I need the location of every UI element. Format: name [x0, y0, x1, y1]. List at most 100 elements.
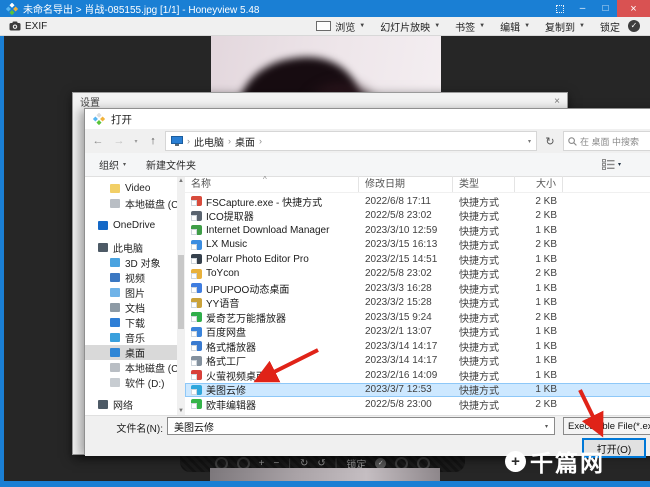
- table-row[interactable]: Polarr Photo Editor Pro 2023/2/15 14:51 …: [185, 252, 650, 267]
- sidebar-item[interactable]: Video: [85, 181, 185, 196]
- this-pc-icon: [98, 243, 108, 252]
- sidebar-item[interactable]: 图片: [85, 285, 185, 300]
- sidebar-item[interactable]: 3D 对象: [85, 255, 185, 270]
- chevron-down-icon: ▼: [434, 23, 441, 29]
- sidebar-item[interactable]: 文档: [85, 300, 185, 315]
- maximize-button[interactable]: □: [594, 0, 617, 17]
- file-date: 2022/6/8 17:11: [365, 195, 431, 207]
- table-row[interactable]: YY语音 2023/3/2 15:28 快捷方式 1 KB: [185, 296, 650, 310]
- sidebar-item[interactable]: 音乐: [85, 330, 185, 345]
- sidebar-item[interactable]: 软件 (D:): [85, 375, 185, 390]
- table-row[interactable]: 欧菲编辑器 2022/5/8 23:00 快捷方式 2 KB: [185, 397, 650, 412]
- search-box[interactable]: 在 桌面 中搜索: [563, 131, 650, 151]
- file-date: 2023/2/1 13:07: [365, 326, 432, 338]
- scroll-up-icon[interactable]: ▲: [177, 178, 185, 184]
- toolbar-separator: |: [334, 457, 338, 469]
- table-row[interactable]: Internet Download Manager 2023/3/10 12:5…: [185, 223, 650, 238]
- sidebar-item[interactable]: 此电脑: [85, 240, 185, 255]
- menu-item[interactable]: 锁定 ✓: [600, 19, 640, 34]
- sidebar-item[interactable]: 桌面: [85, 345, 185, 360]
- list-view-icon: [601, 159, 615, 170]
- lock-check-icon: ✓: [375, 457, 387, 469]
- table-row[interactable]: 格式工厂 2023/3/14 14:17 快捷方式 1 KB: [185, 354, 650, 368]
- lock-check-icon: ✓: [628, 20, 640, 32]
- settings-title: 设置: [80, 97, 100, 109]
- table-row[interactable]: 百度网盘 2023/2/1 13:07 快捷方式 1 KB: [185, 325, 650, 339]
- column-header-date[interactable]: 修改日期: [359, 176, 453, 192]
- menu-item[interactable]: 复制到 ▼: [545, 19, 585, 34]
- back-button[interactable]: ←: [89, 135, 107, 147]
- table-row[interactable]: 火萤视频桌面 2023/2/16 14:09 快捷方式 1 KB: [185, 368, 650, 383]
- minimize-button[interactable]: –: [571, 0, 594, 17]
- sidebar-item[interactable]: 下载: [85, 315, 185, 330]
- close-button[interactable]: ×: [617, 0, 650, 17]
- settings-close-icon[interactable]: ×: [554, 96, 560, 107]
- table-row[interactable]: UPUPOO动态桌面 2023/3/3 16:28 快捷方式 1 KB: [185, 281, 650, 296]
- sidebar-item[interactable]: 网络: [85, 397, 185, 412]
- scroll-down-icon[interactable]: ▼: [177, 408, 185, 414]
- table-row[interactable]: 美图云修 2023/3/7 12:53 快捷方式 1 KB: [185, 382, 650, 397]
- file-name: 欧菲编辑器: [206, 400, 256, 412]
- file-size: 2 KB: [535, 195, 557, 207]
- menu-item[interactable]: 编辑 ▼: [500, 19, 530, 34]
- breadcrumb-separator: ›: [228, 136, 231, 146]
- sidebar-item[interactable]: 本地磁盘 (C:): [85, 360, 185, 375]
- table-row[interactable]: 格式播放器 2023/3/14 14:17 快捷方式 1 KB: [185, 339, 650, 354]
- sidebar-item[interactable]: 视频: [85, 270, 185, 285]
- table-row[interactable]: 爱奇艺万能播放器 2023/3/15 9:24 快捷方式 2 KB: [185, 310, 650, 325]
- pin-window-button[interactable]: [548, 0, 571, 17]
- table-row[interactable]: FSCapture.exe - 快捷方式 2022/6/8 17:11 快捷方式…: [185, 194, 650, 209]
- address-dropdown-icon[interactable]: ▾: [528, 138, 531, 145]
- menu-item[interactable]: 浏览 ▼: [316, 19, 365, 34]
- sidebar-scrollbar[interactable]: ▲ ▼: [177, 177, 185, 415]
- breadcrumb-this-pc[interactable]: 此电脑: [194, 134, 224, 149]
- file-name: UPUPOO动态桌面: [206, 284, 290, 296]
- file-type: 快捷方式: [459, 342, 499, 354]
- file-shortcut-icon: [191, 312, 202, 323]
- open-dialog-title: 打开: [111, 113, 132, 126]
- file-shortcut-icon: [191, 254, 202, 265]
- sidebar-item[interactable]: 本地磁盘 (C:): [85, 196, 185, 211]
- menu-label: 浏览: [335, 22, 356, 34]
- scrollbar-thumb[interactable]: [178, 255, 184, 329]
- menu-item[interactable]: 书签 ▼: [455, 19, 485, 34]
- file-date: 2023/3/2 15:28: [365, 297, 432, 309]
- zoom-in-icon[interactable]: +: [259, 458, 265, 469]
- network-icon: [98, 400, 108, 409]
- chevron-down-icon: ▼: [479, 23, 486, 29]
- column-header-name[interactable]: 名称: [185, 176, 359, 192]
- exif-button[interactable]: EXIF: [0, 17, 56, 35]
- sidebar-item[interactable]: OneDrive: [85, 218, 185, 233]
- change-view-button[interactable]: ▾: [601, 159, 621, 170]
- table-row[interactable]: ICO提取器 2022/5/8 23:02 快捷方式 2 KB: [185, 209, 650, 223]
- column-header-type[interactable]: 类型: [453, 176, 515, 192]
- file-date: 2023/3/15 9:24: [365, 311, 432, 323]
- table-row[interactable]: LX Music 2023/3/15 16:13 快捷方式 2 KB: [185, 238, 650, 252]
- menu-label: 书签: [455, 22, 476, 34]
- menu-item[interactable]: 幻灯片放映 ▼: [380, 19, 440, 34]
- file-name: FSCapture.exe - 快捷方式: [206, 197, 323, 209]
- browse-frame-icon: [316, 21, 332, 31]
- camera-icon: [9, 21, 21, 31]
- filename-input[interactable]: 美图云修 ▾: [167, 417, 555, 435]
- rotate-cw-icon[interactable]: ↻: [300, 458, 308, 469]
- history-dropdown-icon[interactable]: ▾: [131, 138, 141, 145]
- navigation-bar: ← → ▾ ↑ › 此电脑 › 桌面 › ▾ ↻ 在 桌面 中搜索: [85, 129, 650, 153]
- zoom-out-icon[interactable]: −: [274, 458, 280, 469]
- address-bar[interactable]: › 此电脑 › 桌面 › ▾: [165, 131, 537, 151]
- organize-button[interactable]: 组织 ▾: [99, 157, 126, 172]
- new-folder-button[interactable]: 新建文件夹: [146, 157, 196, 172]
- videos-icon: [110, 273, 120, 282]
- refresh-button[interactable]: ↻: [540, 135, 560, 148]
- file-size: 2 KB: [535, 210, 557, 222]
- up-button[interactable]: ↑: [144, 135, 162, 147]
- filetype-select[interactable]: Executable File(*.exe: [563, 417, 650, 435]
- file-shortcut-icon: [191, 355, 202, 366]
- table-row[interactable]: ToYcon 2022/5/8 23:02 快捷方式 2 KB: [185, 267, 650, 281]
- breadcrumb-desktop[interactable]: 桌面: [235, 134, 255, 149]
- column-header-size[interactable]: 大小: [515, 176, 563, 192]
- forward-button[interactable]: →: [110, 135, 128, 147]
- rotate-ccw-icon[interactable]: ↺: [317, 458, 325, 469]
- chevron-down-icon: ▼: [359, 23, 366, 29]
- file-size: 1 KB: [535, 282, 557, 294]
